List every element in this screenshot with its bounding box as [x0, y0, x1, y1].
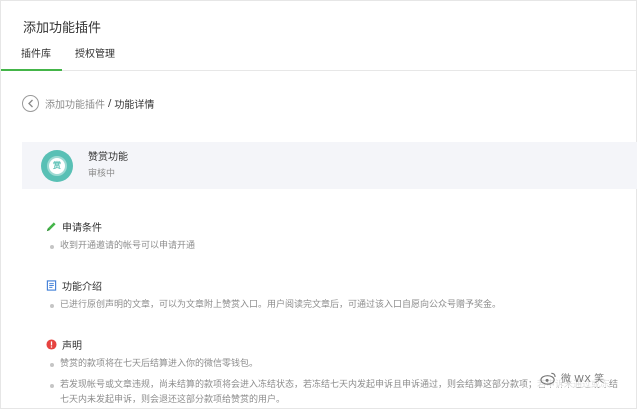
breadcrumb-separator: /: [108, 97, 112, 109]
breadcrumb: 添加功能插件 / 功能详情: [22, 94, 154, 112]
section-intro: 功能介绍 已进行原创声明的文章，可以为文章附上赞赏入口。用户阅读完文章后，可通过…: [46, 278, 501, 313]
plugin-name: 赞赏功能: [88, 151, 128, 163]
watermark: 微 WX 笑: [536, 368, 609, 387]
breadcrumb-current: 功能详情: [114, 99, 155, 111]
plugin-info: 赞赏功能 审核中: [88, 151, 128, 181]
page-title: 添加功能插件: [23, 21, 102, 36]
list-item: 已进行原创声明的文章，可以为文章附上赞赏入口。用户阅读完文章后，可通过该入口自愿…: [46, 298, 501, 313]
section-statement-header: 声明: [46, 337, 621, 352]
back-button[interactable]: [22, 94, 39, 112]
list-item: 若发现帐号或文章违规，尚未结算的款项将会进入冻结状态，若冻结七天内发起申诉且申诉…: [46, 378, 621, 408]
list-item: 收到开通邀请的帐号可以申请开通: [46, 239, 195, 254]
tab-bar: 插件库 授权管理: [1, 49, 637, 71]
section-intro-title: 功能介绍: [62, 281, 102, 293]
section-conditions: 申请条件 收到开通邀请的帐号可以申请开通: [46, 219, 195, 254]
tab-authorization-management[interactable]: 授权管理: [75, 49, 115, 71]
tab-plugin-library[interactable]: 插件库: [1, 49, 62, 71]
watermark-text: 微 WX 笑: [561, 374, 605, 385]
breadcrumb-parent-link[interactable]: 添加功能插件: [45, 96, 105, 111]
section-statement: 声明 赞赏的款项将在七天后结算进入你的微信零钱包。 若发现帐号或文章违规，尚未结…: [46, 337, 621, 408]
plugin-summary-card: 赏 赞赏功能 审核中: [22, 142, 637, 189]
plugin-detail-page: 添加功能插件 插件库 授权管理 添加功能插件 / 功能详情 赏 赞赏功能 审核中: [0, 0, 637, 409]
reward-plugin-logo-icon: 赏: [41, 149, 73, 182]
section-conditions-header: 申请条件: [46, 219, 195, 234]
weibo-icon: [540, 372, 556, 385]
pencil-icon: [46, 221, 56, 231]
plugin-logo-glyph: 赏: [47, 155, 67, 176]
list-item: 赞赏的款项将在七天后结算进入你的微信零钱包。: [46, 357, 621, 372]
document-icon: [46, 279, 57, 291]
alert-icon: [46, 338, 57, 350]
plugin-status: 审核中: [88, 168, 116, 179]
section-intro-header: 功能介绍: [46, 278, 501, 293]
chevron-left-icon: [27, 99, 33, 107]
section-statement-title: 声明: [62, 340, 82, 352]
section-conditions-title: 申请条件: [62, 222, 102, 234]
